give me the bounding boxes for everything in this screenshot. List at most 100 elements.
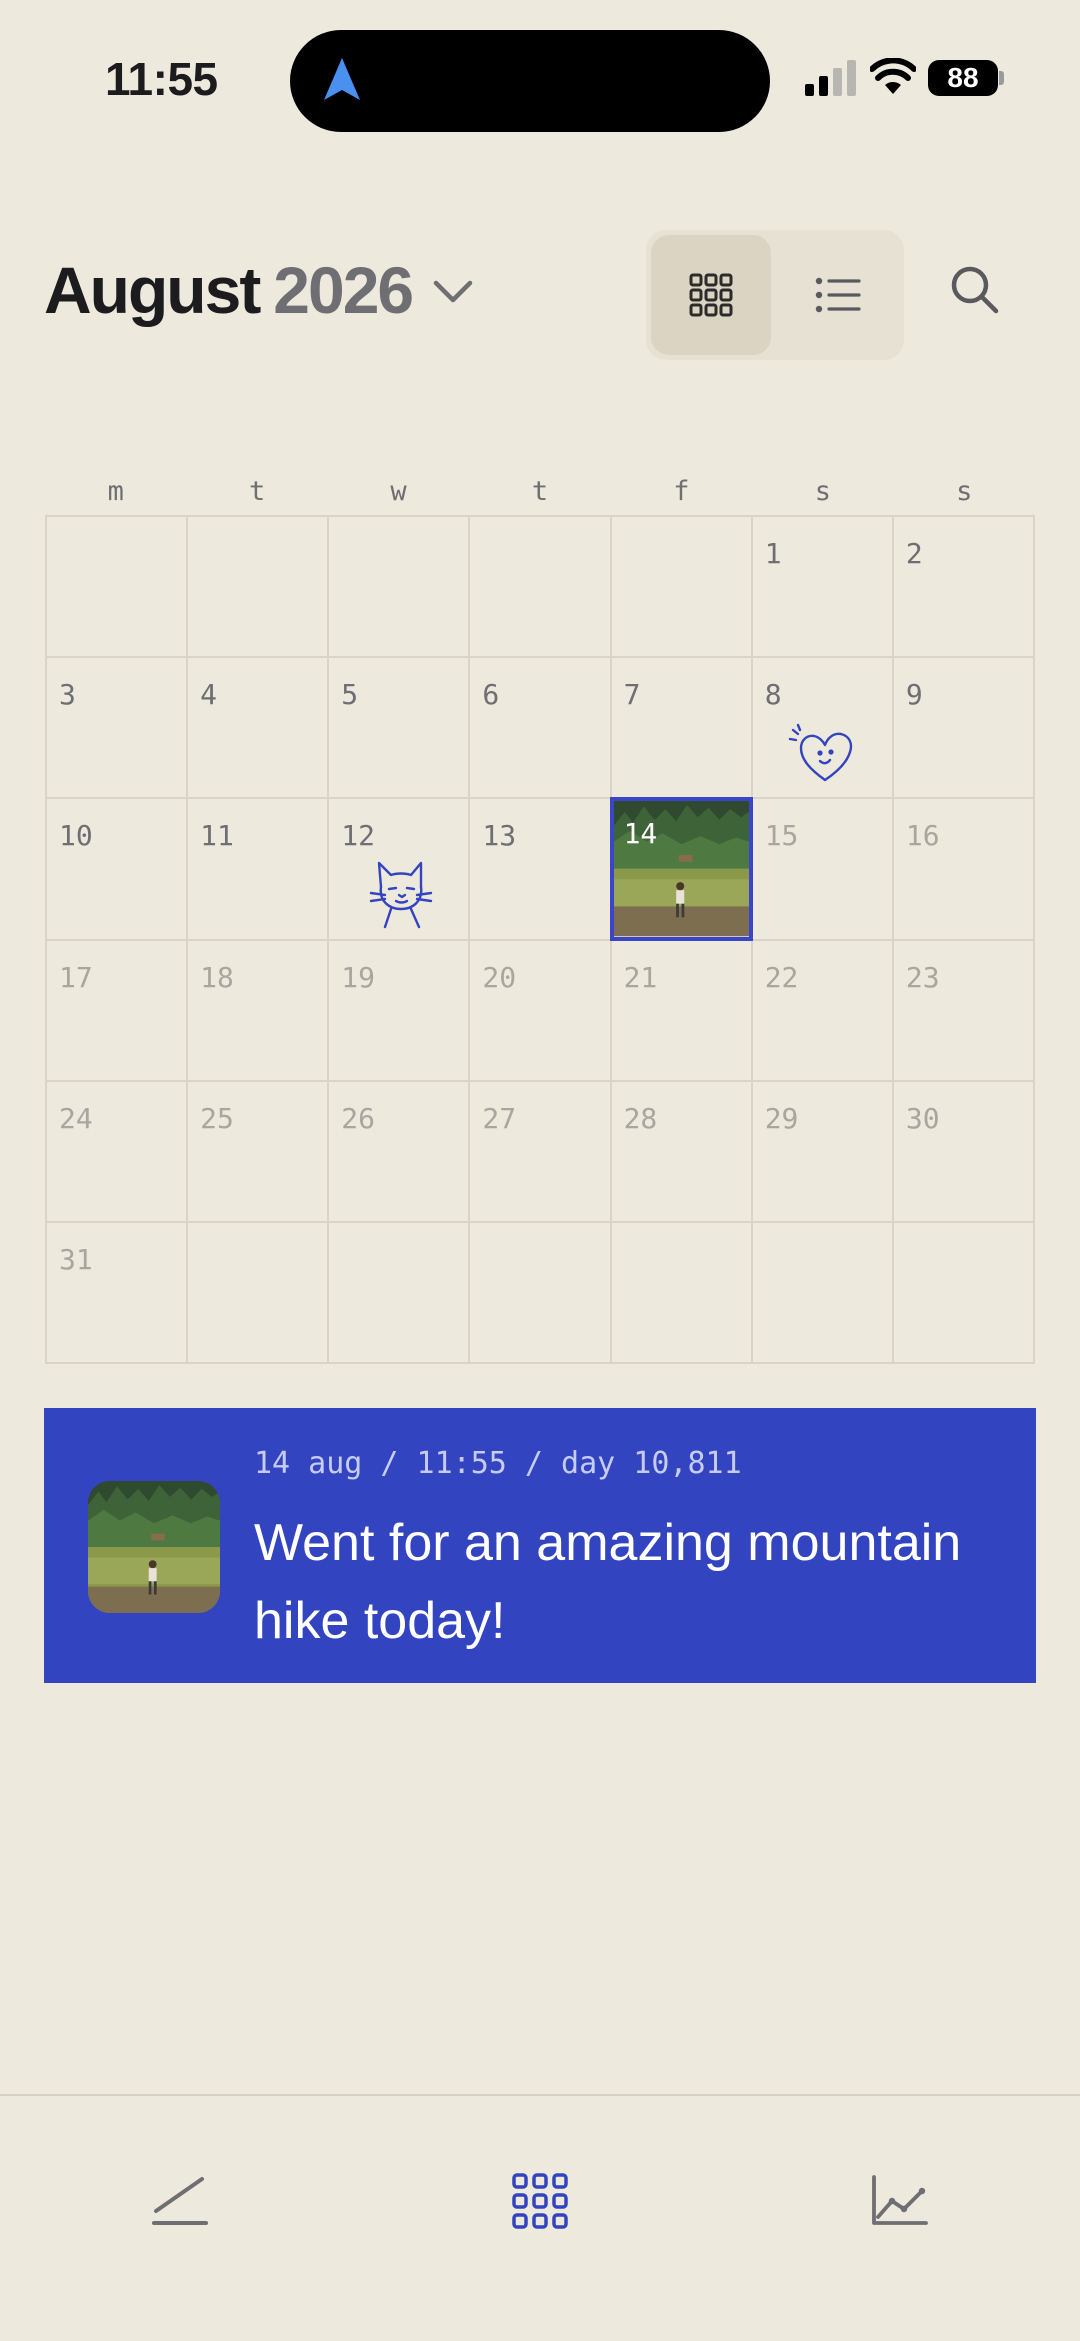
calendar-empty-cell — [188, 1222, 330, 1364]
day-number: 31 — [59, 1242, 93, 1276]
day-number: 20 — [482, 960, 517, 994]
day-number: 21 — [623, 960, 658, 994]
month-year-picker[interactable]: August 2026 — [44, 250, 474, 330]
calendar-day-17[interactable]: 17 — [47, 940, 189, 1082]
calendar-empty-cell — [611, 517, 753, 659]
battery-level: 88 — [947, 62, 979, 93]
calendar-day-15[interactable]: 15 — [752, 799, 894, 941]
day-number: 30 — [905, 1101, 940, 1135]
calendar-day-7[interactable]: 7 — [611, 658, 753, 800]
calendar-day-20[interactable]: 20 — [470, 940, 612, 1082]
year-label: 2026 — [273, 253, 414, 327]
cellular-signal-icon — [805, 60, 856, 96]
calendar-day-13[interactable]: 13 — [470, 799, 612, 941]
day-number: 8 — [764, 678, 782, 712]
calendar-day-24[interactable]: 24 — [47, 1081, 189, 1223]
calendar-day-4[interactable]: 4 — [188, 658, 330, 800]
day-number: 1 — [764, 537, 782, 570]
day-number: 10 — [59, 819, 93, 853]
heart-doodle-icon — [788, 723, 852, 782]
calendar-empty-cell — [329, 517, 471, 659]
day-number: 23 — [905, 960, 940, 994]
calendar-day-30[interactable]: 30 — [893, 1081, 1035, 1223]
calendar-day-18[interactable]: 18 — [188, 940, 330, 1082]
calendar-day-3[interactable]: 3 — [47, 658, 189, 800]
calendar-empty-cell — [470, 517, 612, 659]
calendar-day-10[interactable]: 10 — [47, 799, 189, 941]
search-button[interactable] — [940, 255, 1010, 325]
day-number: 7 — [623, 678, 641, 712]
dynamic-island — [290, 30, 770, 132]
calendar-day-25[interactable]: 25 — [188, 1081, 330, 1223]
calendar-empty-cell — [611, 1222, 753, 1364]
day-number: 26 — [341, 1101, 375, 1135]
weekday-label: w — [390, 476, 407, 507]
weekday-label: s — [814, 476, 831, 507]
calendar-day-23[interactable]: 23 — [893, 940, 1035, 1082]
list-view-icon — [815, 277, 861, 313]
day-number: 6 — [482, 678, 500, 712]
calendar-day-22[interactable]: 22 — [752, 940, 894, 1082]
calendar-day-9[interactable]: 9 — [893, 658, 1035, 800]
status-bar: 11:55 88 — [0, 0, 1080, 150]
calendar-day-5[interactable]: 5 — [329, 658, 471, 800]
calendar-empty-cell — [470, 1222, 612, 1364]
wifi-icon — [870, 58, 916, 94]
calendar-day-1[interactable]: 1 — [752, 517, 894, 659]
calendar-day-26[interactable]: 26 — [329, 1081, 471, 1223]
write-icon — [152, 2177, 208, 2225]
calendar-day-29[interactable]: 29 — [752, 1081, 894, 1223]
day-number: 25 — [200, 1101, 234, 1135]
day-number: 11 — [200, 819, 234, 853]
tab-stats[interactable] — [840, 2146, 960, 2256]
weekday-label: s — [956, 476, 973, 507]
weekday-label: t — [531, 476, 549, 507]
weekday-label: f — [673, 476, 690, 507]
grid-view-button[interactable] — [651, 235, 771, 355]
day-number: 17 — [59, 960, 93, 994]
entry-text: Went for an amazing mountain hike today! — [254, 1514, 962, 1650]
calendar-day-27[interactable]: 27 — [470, 1081, 612, 1223]
day-number: 18 — [200, 960, 234, 994]
day-number: 3 — [59, 678, 76, 712]
calendar-empty-cell — [47, 517, 189, 659]
tab-write[interactable] — [120, 2146, 240, 2256]
calendar-day-6[interactable]: 6 — [470, 658, 612, 800]
day-number: 14 — [623, 817, 658, 851]
day-number: 9 — [905, 678, 923, 712]
weekday-header: m t w t f s s — [45, 476, 1035, 516]
day-number: 4 — [200, 678, 217, 712]
day-number: 15 — [764, 819, 799, 853]
search-icon — [951, 266, 999, 314]
day-number: 12 — [341, 819, 375, 853]
calendar-day-11[interactable]: 11 — [188, 799, 330, 941]
calendar-day-28[interactable]: 28 — [611, 1081, 753, 1223]
day-number: 27 — [482, 1101, 517, 1135]
calendar-day-8[interactable]: 8 — [752, 658, 894, 800]
day-number: 2 — [905, 537, 923, 570]
journal-entry-card[interactable]: 14 aug / 11:55 / day 10,811 Went for an … — [44, 1408, 1036, 1683]
navigation-arrow-icon — [324, 58, 360, 100]
calendar-day-2[interactable]: 2 — [893, 517, 1035, 659]
view-mode-toggle — [646, 230, 904, 360]
day-number: 19 — [341, 960, 375, 994]
weekday-label: t — [249, 476, 266, 507]
calendar-day-14-selected[interactable]: 14 — [609, 797, 753, 941]
grid-view-icon — [689, 273, 733, 317]
list-view-button[interactable] — [778, 235, 898, 355]
calendar-day-16[interactable]: 16 — [893, 799, 1035, 941]
calendar-empty-cell — [752, 1222, 894, 1364]
entry-meta: 14 aug / 11:55 / day 10,811 — [254, 1446, 742, 1481]
calendar-empty-cell — [893, 1222, 1035, 1364]
day-number: 28 — [623, 1101, 658, 1135]
chevron-down-icon — [433, 280, 473, 303]
day-number: 16 — [905, 819, 940, 853]
stats-chart-icon — [872, 2175, 928, 2225]
calendar-day-19[interactable]: 19 — [329, 940, 471, 1082]
calendar-day-12[interactable]: 12 — [329, 799, 471, 941]
calendar-empty-cell — [329, 1222, 471, 1364]
tab-calendar[interactable] — [480, 2146, 600, 2256]
tab-bar — [0, 2094, 1080, 2341]
calendar-day-21[interactable]: 21 — [611, 940, 753, 1082]
calendar-day-31[interactable]: 31 — [47, 1222, 189, 1364]
